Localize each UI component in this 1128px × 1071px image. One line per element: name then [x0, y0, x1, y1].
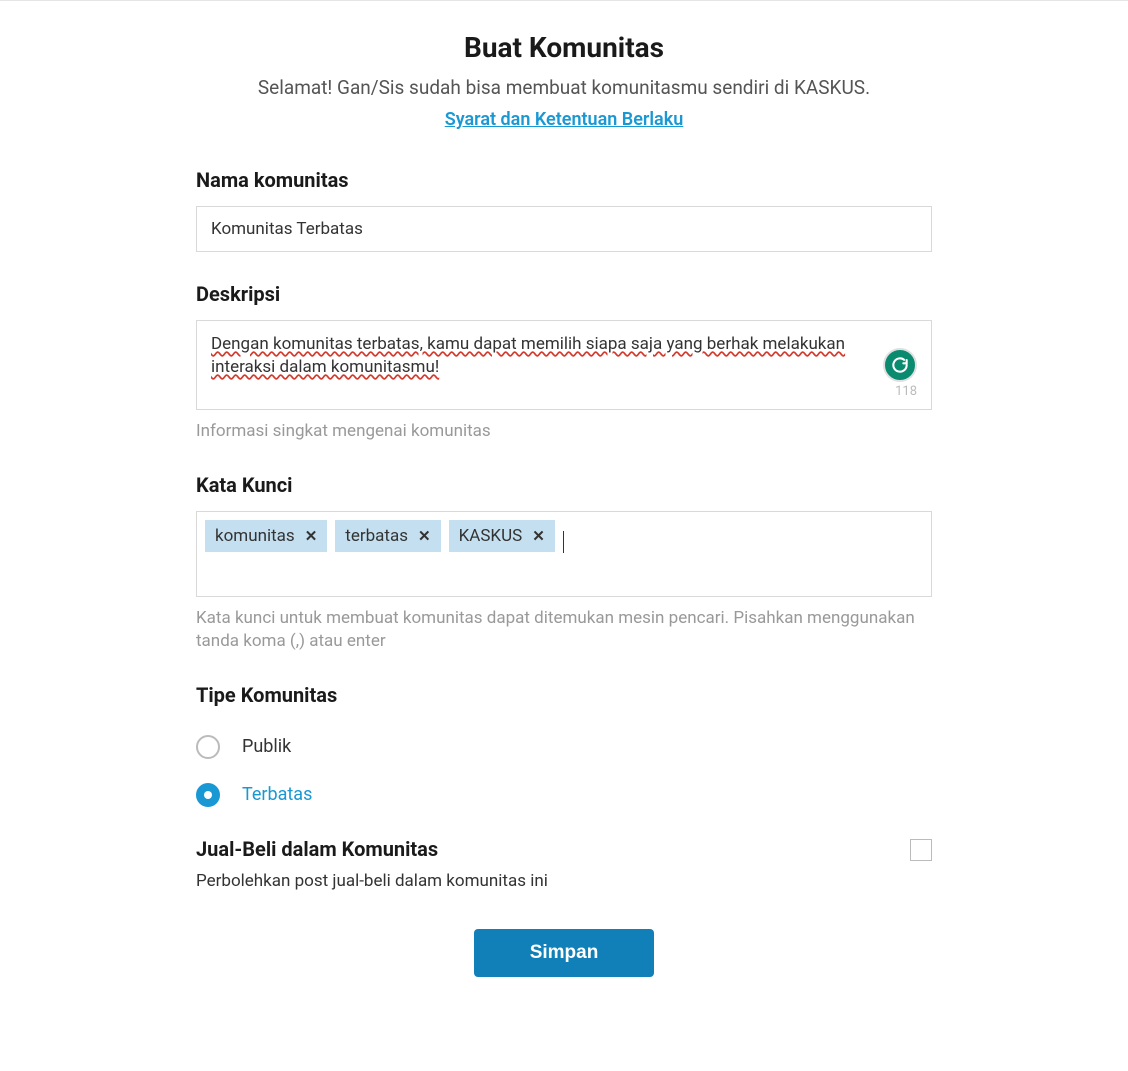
keywords-input[interactable]: komunitas ✕ terbatas ✕ KASKUS ✕: [196, 511, 932, 597]
page-title: Buat Komunitas: [196, 31, 932, 64]
close-icon[interactable]: ✕: [418, 527, 431, 545]
terms-link[interactable]: Syarat dan Ketentuan Berlaku: [445, 109, 684, 130]
description-label: Deskripsi: [196, 282, 932, 306]
name-label: Nama komunitas: [196, 168, 932, 192]
keywords-section: Kata Kunci komunitas ✕ terbatas ✕ KASKUS…: [196, 473, 932, 653]
keywords-label: Kata Kunci: [196, 473, 932, 497]
tag-label: KASKUS: [459, 526, 523, 546]
create-community-form: Buat Komunitas Selamat! Gan/Sis sudah bi…: [184, 31, 944, 1007]
type-label: Tipe Komunitas: [196, 683, 932, 707]
header: Buat Komunitas Selamat! Gan/Sis sudah bi…: [196, 31, 932, 130]
name-input[interactable]: [196, 206, 932, 252]
description-help: Informasi singkat mengenai komunitas: [196, 420, 932, 443]
radio-dot-icon: [204, 791, 212, 799]
keyword-tag: komunitas ✕: [205, 520, 327, 552]
radio-terbatas[interactable]: Terbatas: [196, 783, 932, 807]
submit-wrap: Simpan: [196, 929, 932, 1007]
keywords-help: Kata kunci untuk membuat komunitas dapat…: [196, 607, 932, 653]
description-textarea[interactable]: Dengan komunitas terbatas, kamu dapat me…: [196, 320, 932, 410]
radio-icon: [196, 735, 220, 759]
description-value: Dengan komunitas terbatas, kamu dapat me…: [211, 333, 857, 379]
subtitle: Selamat! Gan/Sis sudah bisa membuat komu…: [196, 76, 932, 99]
jualbeli-checkbox[interactable]: [910, 839, 932, 861]
radio-label: Publik: [242, 736, 291, 757]
grammarly-icon[interactable]: [883, 348, 917, 382]
radio-icon: [196, 783, 220, 807]
tag-label: terbatas: [345, 526, 408, 546]
tag-label: komunitas: [215, 526, 295, 546]
jualbeli-description: Perbolehkan post jual-beli dalam komunit…: [196, 871, 548, 891]
close-icon[interactable]: ✕: [305, 527, 318, 545]
close-icon[interactable]: ✕: [532, 527, 545, 545]
save-button[interactable]: Simpan: [474, 929, 655, 977]
jualbeli-label: Jual-Beli dalam Komunitas: [196, 837, 548, 861]
grammarly-badge: 118: [883, 348, 917, 399]
radio-publik[interactable]: Publik: [196, 735, 932, 759]
radio-label: Terbatas: [242, 784, 312, 805]
keyword-tag: terbatas ✕: [335, 520, 440, 552]
name-section: Nama komunitas: [196, 168, 932, 252]
text-cursor: [563, 531, 564, 553]
type-section: Tipe Komunitas Publik Terbatas: [196, 683, 932, 807]
keyword-tag: KASKUS ✕: [449, 520, 555, 552]
jualbeli-section: Jual-Beli dalam Komunitas Perbolehkan po…: [196, 837, 932, 891]
char-count: 118: [895, 384, 917, 399]
description-section: Deskripsi Dengan komunitas terbatas, kam…: [196, 282, 932, 443]
jualbeli-text: Jual-Beli dalam Komunitas Perbolehkan po…: [196, 837, 548, 891]
